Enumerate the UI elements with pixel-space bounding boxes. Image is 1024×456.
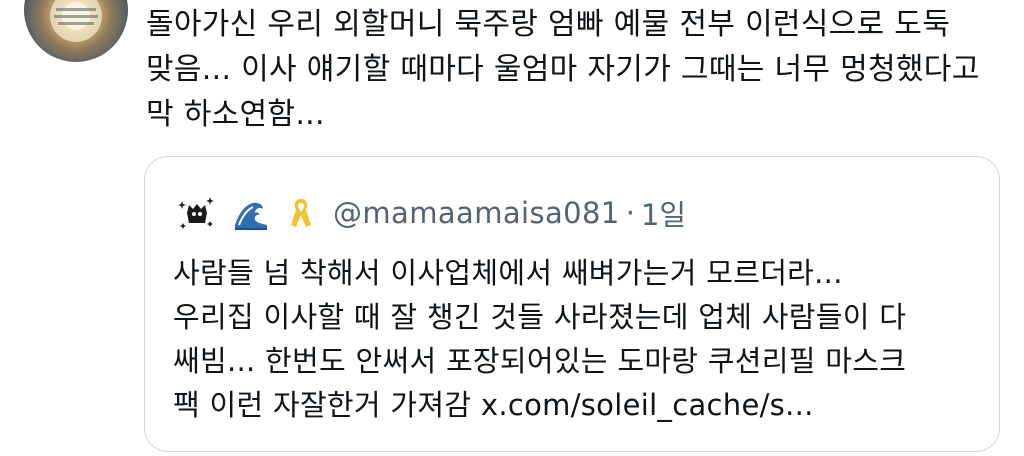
quote-line: 사람들 넘 착해서 이사업체에서 쌔벼가는거 모르더라... xyxy=(173,256,843,290)
yellow-ribbon-icon xyxy=(283,195,319,231)
sparkle-creature-icon xyxy=(178,197,214,229)
tweet-line: 막 하소연함... xyxy=(146,97,325,132)
quote-timestamp[interactable]: 1일 xyxy=(641,192,686,234)
quote-line: 우리집 이사할 때 잘 챙긴 것들 사라졌는데 업체 사람들이 다 xyxy=(173,300,907,334)
quote-author-handle[interactable]: @mamaamaisa081 xyxy=(333,196,620,230)
wave-icon xyxy=(233,195,269,231)
tweet-line: 돌아가신 우리 외할머니 묵주랑 엄빠 예물 전부 이런식으로 도둑 xyxy=(146,7,951,42)
quote-text: 사람들 넘 착해서 이사업체에서 쌔벼가는거 모르더라... 우리집 이사할 때… xyxy=(173,251,983,427)
quote-header: @mamaamaisa081 · 1일 xyxy=(175,191,686,235)
quote-author-avatar[interactable] xyxy=(175,191,219,235)
quote-line: 팩 이런 자잘한거 가져감 x.com/soleil_cache/s... xyxy=(173,388,814,422)
author-avatar[interactable] xyxy=(24,0,128,62)
quote-line: 쌔빔... 한번도 안써서 포장되어있는 도마랑 쿠션리필 마스크 xyxy=(173,344,907,378)
quoted-tweet-card[interactable]: @mamaamaisa081 · 1일 사람들 넘 착해서 이사업체에서 쌔벼가… xyxy=(144,156,1000,452)
tweet-line: 맞음... 이사 얘기할 때마다 울엄마 자기가 그때는 너무 멍청했다고 xyxy=(146,52,980,87)
separator-dot: · xyxy=(625,196,635,230)
profile-photo-icon xyxy=(50,0,102,42)
tweet-text: 돌아가신 우리 외할머니 묵주랑 엄빠 예물 전부 이런식으로 도둑 맞음...… xyxy=(146,2,1006,137)
